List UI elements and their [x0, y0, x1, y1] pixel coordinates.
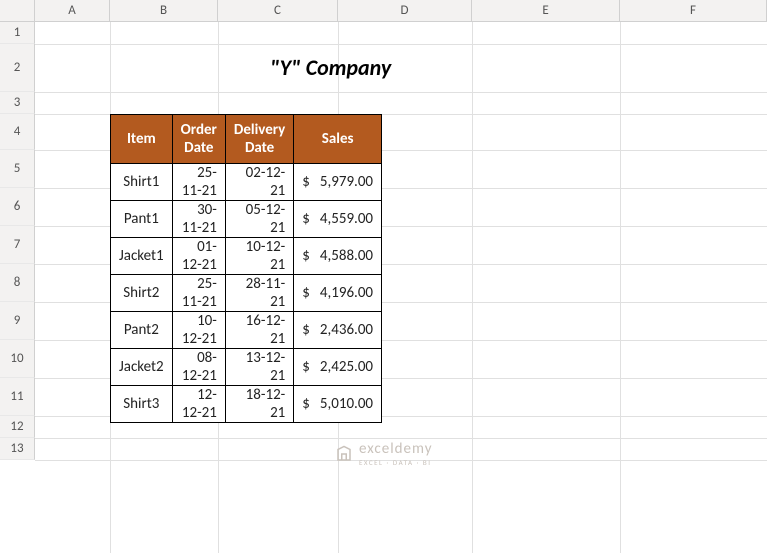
currency-symbol: $: [302, 321, 310, 339]
cell-delivery-date[interactable]: 10-12-21: [225, 238, 293, 275]
cell-item[interactable]: Jacket1: [111, 238, 173, 275]
cell-item[interactable]: Pant2: [111, 312, 173, 349]
sales-value: 2,436.00: [310, 321, 373, 339]
cell-sales[interactable]: $4,588.00: [294, 238, 382, 275]
cell-sales[interactable]: $4,559.00: [294, 201, 382, 238]
cell-sales[interactable]: $2,436.00: [294, 312, 382, 349]
row-header-13[interactable]: 13: [0, 438, 35, 460]
row-header-8[interactable]: 8: [0, 264, 35, 302]
col-header-F[interactable]: F: [620, 0, 767, 21]
row-header-1[interactable]: 1: [0, 22, 35, 44]
cell-item[interactable]: Jacket2: [111, 349, 173, 386]
row-header-12[interactable]: 12: [0, 416, 35, 438]
watermark-text: exceldemy: [359, 440, 432, 458]
cell-order-date[interactable]: 30-11-21: [172, 201, 225, 238]
row-header-10[interactable]: 10: [0, 340, 35, 378]
cell-order-date[interactable]: 10-12-21: [172, 312, 225, 349]
exceldemy-icon: [335, 445, 353, 463]
table-row: Shirt312-12-2118-12-21$5,010.00: [111, 386, 382, 423]
currency-symbol: $: [302, 395, 310, 413]
table-row: Jacket101-12-2110-12-21$4,588.00: [111, 238, 382, 275]
cell-delivery-date[interactable]: 28-11-21: [225, 275, 293, 312]
select-all-corner[interactable]: [0, 0, 35, 21]
page-title: "Y" Company: [270, 54, 391, 81]
currency-symbol: $: [302, 358, 310, 376]
spreadsheet: A B C D E F 12345678910111213 "Y" Compan…: [0, 0, 767, 553]
row-header-5[interactable]: 5: [0, 150, 35, 188]
col-header-E[interactable]: E: [472, 0, 620, 21]
row-headers: 12345678910111213: [0, 22, 35, 460]
cell-sales[interactable]: $5,979.00: [294, 164, 382, 201]
column-headers: A B C D E F: [0, 0, 767, 22]
sales-value: 2,425.00: [310, 358, 373, 376]
cell-delivery-date[interactable]: 02-12-21: [225, 164, 293, 201]
col-header-A[interactable]: A: [35, 0, 110, 21]
cell-order-date[interactable]: 12-12-21: [172, 386, 225, 423]
table-header-row: Item Order Date Delivery Date Sales: [111, 115, 382, 164]
col-header-C[interactable]: C: [218, 0, 338, 21]
currency-symbol: $: [302, 284, 310, 302]
cell-sales[interactable]: $5,010.00: [294, 386, 382, 423]
cell-item[interactable]: Shirt1: [111, 164, 173, 201]
data-table: Item Order Date Delivery Date Sales Shir…: [110, 114, 382, 423]
sales-value: 5,979.00: [310, 173, 373, 191]
header-order-date[interactable]: Order Date: [172, 115, 225, 164]
sales-value: 5,010.00: [310, 395, 373, 413]
cell-delivery-date[interactable]: 16-12-21: [225, 312, 293, 349]
currency-symbol: $: [302, 210, 310, 228]
row-header-3[interactable]: 3: [0, 92, 35, 114]
watermark-text-wrap: exceldemy EXCEL · DATA · BI: [359, 440, 432, 467]
currency-symbol: $: [302, 173, 310, 191]
cell-sales[interactable]: $2,425.00: [294, 349, 382, 386]
cell-sales[interactable]: $4,196.00: [294, 275, 382, 312]
cell-delivery-date[interactable]: 13-12-21: [225, 349, 293, 386]
cell-order-date[interactable]: 01-12-21: [172, 238, 225, 275]
row-header-11[interactable]: 11: [0, 378, 35, 416]
row-header-7[interactable]: 7: [0, 226, 35, 264]
cell-item[interactable]: Shirt2: [111, 275, 173, 312]
header-delivery-date[interactable]: Delivery Date: [225, 115, 293, 164]
table-row: Shirt225-11-2128-11-21$4,196.00: [111, 275, 382, 312]
cell-delivery-date[interactable]: 18-12-21: [225, 386, 293, 423]
row-header-6[interactable]: 6: [0, 188, 35, 226]
sales-value: 4,559.00: [310, 210, 373, 228]
sales-value: 4,588.00: [310, 247, 373, 265]
cell-item[interactable]: Shirt3: [111, 386, 173, 423]
table-row: Pant130-11-2105-12-21$4,559.00: [111, 201, 382, 238]
cell-order-date[interactable]: 25-11-21: [172, 275, 225, 312]
table-row: Pant210-12-2116-12-21$2,436.00: [111, 312, 382, 349]
table-row: Jacket208-12-2113-12-21$2,425.00: [111, 349, 382, 386]
col-header-B[interactable]: B: [110, 0, 218, 21]
watermark-sub: EXCEL · DATA · BI: [359, 458, 432, 467]
sales-value: 4,196.00: [310, 284, 373, 302]
table-row: Shirt125-11-2102-12-21$5,979.00: [111, 164, 382, 201]
header-sales[interactable]: Sales: [294, 115, 382, 164]
header-item[interactable]: Item: [111, 115, 173, 164]
row-header-9[interactable]: 9: [0, 302, 35, 340]
row-header-4[interactable]: 4: [0, 114, 35, 150]
cell-order-date[interactable]: 25-11-21: [172, 164, 225, 201]
cell-order-date[interactable]: 08-12-21: [172, 349, 225, 386]
cell-item[interactable]: Pant1: [111, 201, 173, 238]
cell-delivery-date[interactable]: 05-12-21: [225, 201, 293, 238]
watermark: exceldemy EXCEL · DATA · BI: [335, 440, 432, 467]
col-header-D[interactable]: D: [338, 0, 472, 21]
currency-symbol: $: [302, 247, 310, 265]
row-header-2[interactable]: 2: [0, 44, 35, 92]
